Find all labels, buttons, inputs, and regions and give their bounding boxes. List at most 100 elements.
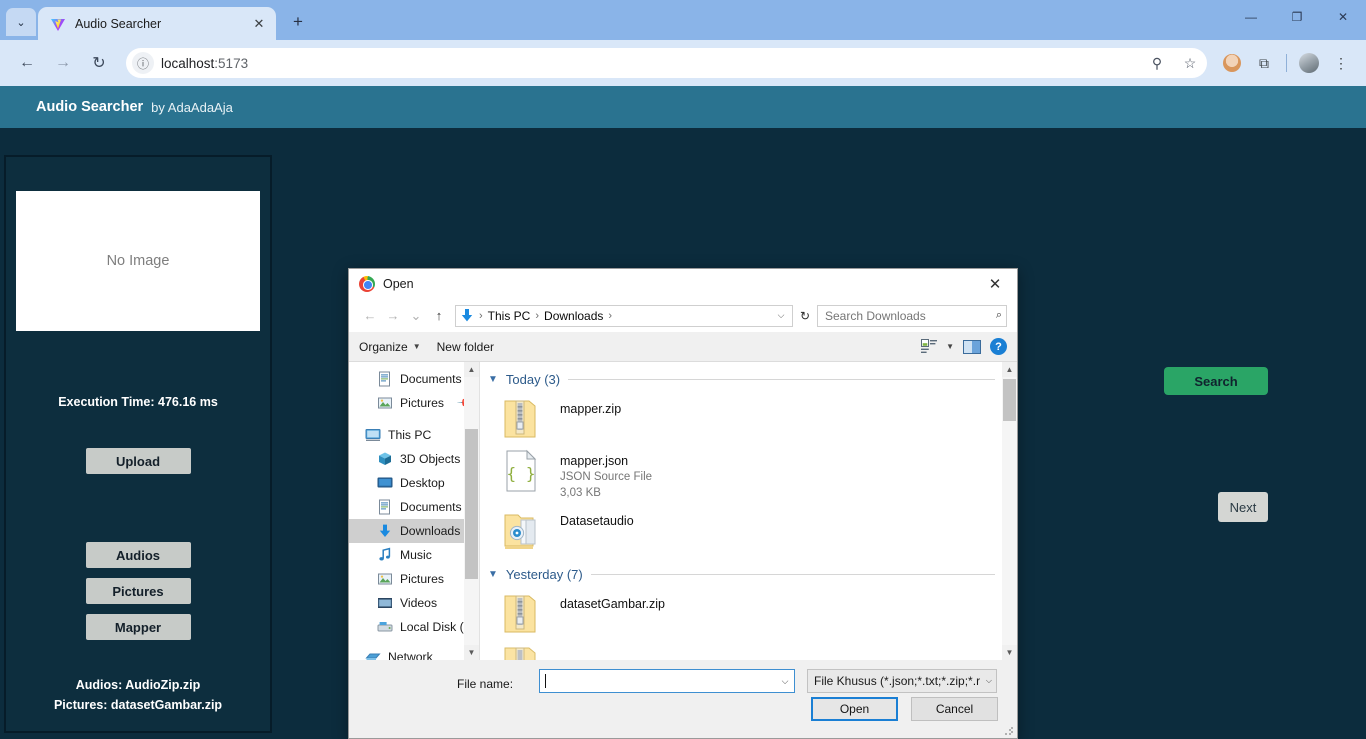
extension-avatar-icon[interactable] xyxy=(1217,48,1247,78)
search-button[interactable]: Search xyxy=(1164,367,1268,395)
file-name-dropdown-icon[interactable]: ⌵ xyxy=(776,676,794,687)
pictures-button[interactable]: Pictures xyxy=(85,578,191,604)
zoom-icon[interactable]: ⚲ xyxy=(1144,50,1170,76)
tree-item-3d-objects[interactable]: 3D Objects xyxy=(349,447,479,471)
mapper-button[interactable]: Mapper xyxy=(85,614,191,640)
minimize-icon[interactable]: — xyxy=(1228,0,1274,33)
chevron-down-icon: ⌄ xyxy=(16,16,26,29)
site-info-icon[interactable]: ⓘ xyxy=(132,52,154,74)
scroll-thumb[interactable] xyxy=(465,429,478,579)
svg-text:{ }: { } xyxy=(507,464,536,483)
file-row[interactable]: mapper.zip xyxy=(480,393,1017,445)
organize-button[interactable]: Organize ▼ xyxy=(359,340,421,354)
upload-button[interactable]: Upload xyxy=(85,448,191,474)
tree-item-local-disk-c[interactable]: Local Disk (C:) xyxy=(349,615,479,639)
group-label: Today (3) xyxy=(505,372,561,387)
view-options-icon[interactable] xyxy=(921,338,938,355)
reload-icon[interactable]: ↻ xyxy=(82,46,116,80)
bookmark-star-icon[interactable]: ☆ xyxy=(1177,50,1203,76)
dialog-up-icon[interactable]: ↑ xyxy=(428,305,450,327)
tree-item-music[interactable]: Music xyxy=(349,543,479,567)
help-icon[interactable]: ? xyxy=(990,338,1007,355)
file-row[interactable]: datasetGambar.zip xyxy=(480,588,1017,640)
view-chevron-down-icon[interactable]: ▼ xyxy=(946,342,954,351)
tree-item-desktop[interactable]: Desktop xyxy=(349,471,479,495)
tree-label: Pictures xyxy=(400,396,445,410)
file-group-header-yesterday[interactable]: ▼ Yesterday (7) xyxy=(480,557,1017,588)
breadcrumb-caret-icon[interactable]: ⌵ xyxy=(772,310,790,321)
open-button[interactable]: Open xyxy=(811,697,898,721)
scroll-down-icon[interactable]: ▼ xyxy=(464,645,479,660)
tree-item-this-pc[interactable]: This PC xyxy=(349,423,479,447)
scroll-track[interactable] xyxy=(464,377,479,645)
window-close-icon[interactable]: ✕ xyxy=(1320,0,1366,33)
profile-avatar[interactable] xyxy=(1294,48,1324,78)
scroll-track[interactable] xyxy=(1002,377,1017,645)
forward-icon[interactable]: → xyxy=(46,46,80,80)
file-type-filter[interactable]: File Khusus (*.json;*.txt;*.zip;*.r ⌵ xyxy=(807,669,997,693)
breadcrumb[interactable]: › This PC › Downloads › ⌵ xyxy=(455,304,793,327)
file-meta: datasetGambar.zip xyxy=(560,592,665,612)
chevron-down-icon[interactable]: ▼ xyxy=(488,374,498,385)
tree-item-pictures[interactable]: Pictures xyxy=(349,567,479,591)
music-note-icon xyxy=(379,547,391,561)
vite-logo-icon xyxy=(51,18,65,31)
new-folder-button[interactable]: New folder xyxy=(437,340,494,354)
file-row[interactable]: Datasetaudio xyxy=(480,505,1017,557)
tree-label: Music xyxy=(400,548,432,562)
resize-grip[interactable] xyxy=(1004,726,1014,736)
file-name-input[interactable]: ⌵ xyxy=(539,669,795,693)
scroll-down-icon[interactable]: ▼ xyxy=(1002,645,1017,660)
tree-item-videos[interactable]: Videos xyxy=(349,591,479,615)
back-icon[interactable]: ← xyxy=(10,46,44,80)
dialog-refresh-icon[interactable]: ↻ xyxy=(794,305,816,327)
tab-title: Audio Searcher xyxy=(75,16,162,31)
tree-item-documents[interactable]: Documents xyxy=(349,495,479,519)
dialog-back-icon[interactable]: ← xyxy=(359,305,381,327)
address-bar[interactable]: ⓘ localhost:5173 ⚲ ☆ xyxy=(126,48,1207,78)
tree-item-documents-quick[interactable]: Documents 📌 xyxy=(349,367,479,391)
zip-icon xyxy=(504,647,536,660)
file-name: mapper.json xyxy=(560,454,629,468)
preview-pane-icon[interactable] xyxy=(963,339,981,354)
breadcrumb-downloads[interactable]: Downloads xyxy=(544,309,603,323)
tree-item-network[interactable]: Network xyxy=(349,645,479,660)
file-row[interactable] xyxy=(480,640,1017,660)
dialog-recent-locations-icon[interactable]: ⌄ xyxy=(405,305,427,327)
dialog-search-input[interactable]: Search Downloads ⌕ xyxy=(817,304,1007,327)
tree-item-downloads[interactable]: Downloads xyxy=(349,519,479,543)
scroll-thumb[interactable] xyxy=(1003,379,1016,421)
close-icon[interactable]: ✕ xyxy=(250,15,268,33)
open-file-dialog: Open ✕ ← → ⌄ ↑ › This PC › Downloads › ⌵… xyxy=(348,268,1018,739)
picture-icon xyxy=(378,573,392,585)
dialog-forward-icon[interactable]: → xyxy=(382,305,404,327)
extensions-puzzle-icon[interactable]: ⧉ xyxy=(1249,48,1279,78)
audios-button[interactable]: Audios xyxy=(85,542,191,568)
browser-menu-icon[interactable]: ⋮ xyxy=(1326,48,1356,78)
dialog-search-placeholder: Search Downloads xyxy=(825,308,926,323)
next-button[interactable]: Next xyxy=(1218,492,1268,522)
file-list-pane: ▼ Today (3) mapper.zip {} mapper.json J… xyxy=(480,362,1017,660)
file-row[interactable]: { } mapper.json JSON Source File 3,03 KB xyxy=(480,445,1017,505)
file-list-scrollbar[interactable]: ▲ ▼ xyxy=(1002,362,1017,660)
tree-item-pictures-quick[interactable]: Pictures 📌 xyxy=(349,391,479,415)
browser-tab-strip: ⌄ Audio Searcher ✕ + — ❐ ✕ xyxy=(0,0,1366,40)
tab-search-button[interactable]: ⌄ xyxy=(6,8,36,36)
json-icon: { } xyxy=(506,449,537,492)
scroll-up-icon[interactable]: ▲ xyxy=(1002,362,1017,377)
scroll-up-icon[interactable]: ▲ xyxy=(464,362,479,377)
breadcrumb-this-pc[interactable]: This PC xyxy=(488,309,531,323)
cancel-button[interactable]: Cancel xyxy=(911,697,998,721)
file-group-header-today[interactable]: ▼ Today (3) xyxy=(480,362,1017,393)
restore-icon[interactable]: ❐ xyxy=(1274,0,1320,33)
dialog-close-icon[interactable]: ✕ xyxy=(973,269,1017,299)
file-name: mapper.zip xyxy=(560,402,622,416)
file-type-filter-value: File Khusus (*.json;*.txt;*.zip;*.r xyxy=(814,674,981,688)
image-preview: No Image xyxy=(16,191,260,331)
new-tab-button[interactable]: + xyxy=(284,8,312,36)
chevron-down-icon[interactable]: ▼ xyxy=(488,569,498,580)
nav-pane-scrollbar[interactable]: ▲ ▼ xyxy=(464,362,479,660)
file-meta: mapper.json JSON Source File 3,03 KB xyxy=(560,449,652,501)
file-size: 3,03 KB xyxy=(560,487,601,499)
browser-tab[interactable]: Audio Searcher ✕ xyxy=(38,7,276,40)
